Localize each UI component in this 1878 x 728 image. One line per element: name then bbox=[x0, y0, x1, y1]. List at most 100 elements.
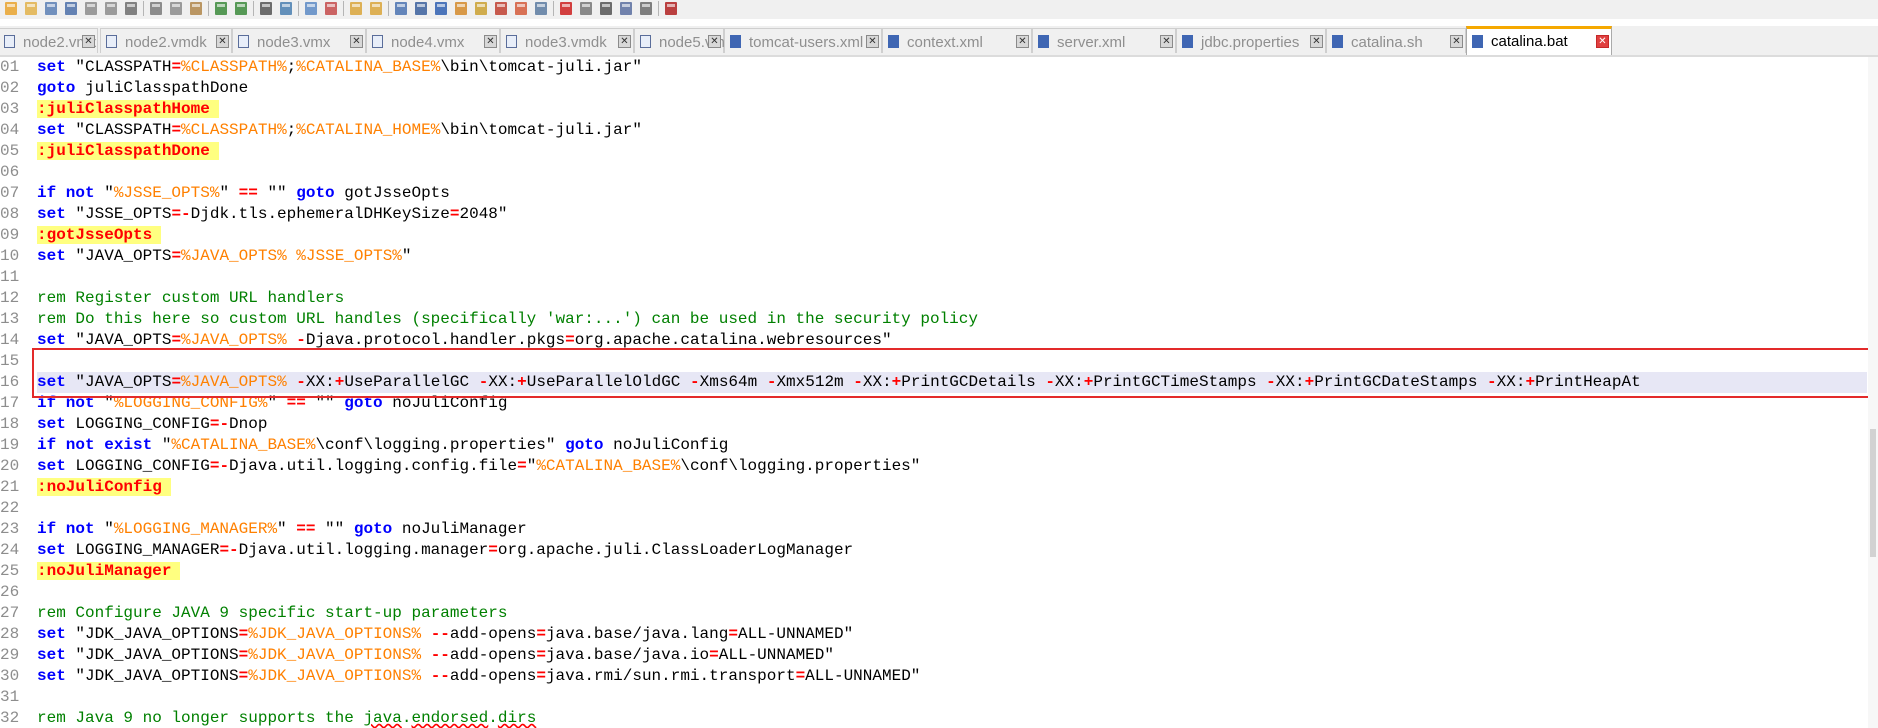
open-file-icon[interactable] bbox=[22, 0, 40, 17]
close-icon[interactable]: ✕ bbox=[350, 35, 363, 48]
code-line[interactable]: :noJuliConfig bbox=[37, 477, 171, 498]
code-line[interactable]: set LOGGING_CONFIG=-Djava.util.logging.c… bbox=[37, 456, 920, 477]
tab-node3-vmx[interactable]: node3.vmx ✕ bbox=[232, 28, 366, 53]
code-line[interactable]: set "CLASSPATH=%CLASSPATH%;%CATALINA_HOM… bbox=[37, 120, 642, 141]
code-line[interactable]: set "JSSE_OPTS=-Djdk.tls.ephemeralDHKeyS… bbox=[37, 204, 508, 225]
code-token: \bin\tomcat-juli.jar" bbox=[440, 58, 642, 76]
close-icon[interactable]: ✕ bbox=[82, 35, 95, 48]
code-editor[interactable]: 01 02 03 04 05 06 07 08 09 10 11 12 13 14 15 16 17 18 19 20… bbox=[0, 57, 1878, 728]
code-token: \conf\logging.properties" bbox=[315, 436, 566, 454]
close-icon[interactable]: ✕ bbox=[1310, 35, 1323, 48]
close-icon[interactable]: ✕ bbox=[216, 35, 229, 48]
play-macro-icon[interactable] bbox=[597, 0, 615, 17]
save-icon[interactable] bbox=[42, 0, 60, 17]
close-icon[interactable]: ✕ bbox=[484, 35, 497, 48]
close-icon[interactable]: ✕ bbox=[866, 35, 879, 48]
code-token: + bbox=[891, 373, 902, 391]
code-line[interactable]: set LOGGING_MANAGER=-Djava.util.logging.… bbox=[37, 540, 853, 561]
code-line[interactable]: if not "%LOGGING_MANAGER%" == "" goto no… bbox=[37, 519, 527, 540]
paste-icon[interactable] bbox=[187, 0, 205, 17]
code-line[interactable]: goto juliClasspathDone bbox=[37, 78, 248, 99]
scrollbar-thumb[interactable] bbox=[1870, 429, 1876, 557]
code-line[interactable]: :juliClasspathHome bbox=[37, 99, 219, 120]
undo-icon[interactable] bbox=[212, 0, 230, 17]
tab-node5-vmx[interactable]: node5.vmx ✕ bbox=[634, 28, 732, 53]
line-number: 28 bbox=[0, 625, 20, 643]
stop-record-icon[interactable] bbox=[577, 0, 595, 17]
cut-icon[interactable] bbox=[147, 0, 165, 17]
tab-node3-vmdk[interactable]: node3.vmdk ✕ bbox=[500, 28, 634, 53]
close-icon[interactable]: ✕ bbox=[1160, 35, 1173, 48]
word-wrap-icon[interactable] bbox=[392, 0, 410, 17]
tab-context-xml[interactable]: context.xml ✕ bbox=[882, 28, 1032, 53]
save-all-icon[interactable] bbox=[62, 0, 80, 17]
zoom-out-icon[interactable] bbox=[322, 0, 340, 17]
tab-jdbc-properties[interactable]: jdbc.properties ✕ bbox=[1176, 28, 1326, 53]
code-token: \bin\tomcat-juli.jar" bbox=[440, 121, 642, 139]
zoom-in-icon[interactable] bbox=[302, 0, 320, 17]
close-icon[interactable] bbox=[82, 0, 100, 17]
code-line[interactable]: if not exist "%CATALINA_BASE%\conf\loggi… bbox=[37, 435, 728, 456]
line-number: 07 bbox=[0, 184, 20, 202]
code-line[interactable]: set "JAVA_OPTS=%JAVA_OPTS% -XX:+UseParal… bbox=[37, 372, 1867, 393]
code-line[interactable]: :juliClasspathDone bbox=[37, 141, 219, 162]
code-line[interactable]: rem Do this here so custom URL handles (… bbox=[37, 309, 978, 330]
code-token: =- bbox=[171, 205, 191, 223]
redo-icon[interactable] bbox=[232, 0, 250, 17]
run-macro-multiple-icon[interactable] bbox=[617, 0, 635, 17]
vertical-scrollbar[interactable] bbox=[1868, 57, 1878, 728]
close-all-icon[interactable] bbox=[102, 0, 120, 17]
close-icon[interactable]: ✕ bbox=[708, 35, 721, 48]
tab-tomcat-users-xml[interactable]: tomcat-users.xml ✕ bbox=[724, 28, 882, 53]
function-list-icon[interactable] bbox=[492, 0, 510, 17]
code-line[interactable]: rem Register custom URL handlers bbox=[37, 288, 344, 309]
code-line[interactable]: rem Configure JAVA 9 specific start-up p… bbox=[37, 603, 507, 624]
close-icon[interactable]: ✕ bbox=[1596, 35, 1609, 48]
save-macro-icon[interactable] bbox=[637, 0, 655, 17]
code-line[interactable]: set "JAVA_OPTS=%JAVA_OPTS% -Djava.protoc… bbox=[37, 330, 892, 351]
line-number: 10 bbox=[0, 247, 20, 265]
monitoring-icon[interactable] bbox=[532, 0, 550, 17]
sync-scroll-v-icon[interactable] bbox=[347, 0, 365, 17]
folder-workspace-icon[interactable] bbox=[512, 0, 530, 17]
code-line[interactable]: set "CLASSPATH=%CLASSPATH%;%CATALINA_BAS… bbox=[37, 57, 642, 78]
code-line[interactable]: if not "%JSSE_OPTS%" == "" goto gotJsseO… bbox=[37, 183, 450, 204]
find-icon[interactable] bbox=[257, 0, 275, 17]
code-token: LOGGING_CONFIG bbox=[65, 457, 210, 475]
code-line[interactable]: set "JDK_JAVA_OPTIONS=%JDK_JAVA_OPTIONS%… bbox=[37, 666, 920, 687]
code-line[interactable]: :noJuliManager bbox=[37, 561, 181, 582]
record-macro-icon[interactable] bbox=[557, 0, 575, 17]
code-line[interactable]: set "JAVA_OPTS=%JAVA_OPTS% %JSSE_OPTS%" bbox=[37, 246, 412, 267]
code-token: PrintHeapAt bbox=[1535, 373, 1641, 391]
code-line[interactable]: :gotJsseOpts bbox=[37, 225, 162, 246]
print-icon[interactable] bbox=[122, 0, 140, 17]
line-number: 13 bbox=[0, 310, 20, 328]
tab-server-xml[interactable]: server.xml ✕ bbox=[1032, 28, 1176, 53]
code-line[interactable]: if not "%LOGGING_CONFIG%" == "" goto noJ… bbox=[37, 393, 507, 414]
code-line[interactable]: set "JDK_JAVA_OPTIONS=%JDK_JAVA_OPTIONS%… bbox=[37, 624, 853, 645]
close-icon[interactable]: ✕ bbox=[1016, 35, 1029, 48]
code-line[interactable]: set "JDK_JAVA_OPTIONS=%JDK_JAVA_OPTIONS%… bbox=[37, 645, 834, 666]
close-icon[interactable]: ✕ bbox=[618, 35, 631, 48]
copy-icon[interactable] bbox=[167, 0, 185, 17]
tab-catalina-sh[interactable]: catalina.sh ✕ bbox=[1326, 28, 1466, 53]
tab-catalina-bat[interactable]: catalina.bat ✕ bbox=[1466, 26, 1612, 55]
spell-check-icon[interactable] bbox=[662, 0, 680, 17]
close-icon[interactable]: ✕ bbox=[1450, 35, 1463, 48]
code-token: UseParallelOldGC bbox=[526, 373, 690, 391]
code-area[interactable]: set "CLASSPATH=%CLASSPATH%;%CATALINA_BAS… bbox=[37, 57, 1867, 728]
code-line[interactable]: rem Java 9 no longer supports the java.e… bbox=[37, 708, 536, 728]
code-token: endorsed bbox=[411, 709, 489, 727]
udl-icon[interactable] bbox=[452, 0, 470, 17]
doc-map-icon[interactable] bbox=[472, 0, 490, 17]
indent-guide-icon[interactable] bbox=[432, 0, 450, 17]
replace-icon[interactable] bbox=[277, 0, 295, 17]
sync-scroll-h-icon[interactable] bbox=[367, 0, 385, 17]
show-all-chars-icon[interactable] bbox=[412, 0, 430, 17]
tab-node2-vmx[interactable]: node2.vmx ✕ bbox=[0, 28, 98, 53]
new-file-icon[interactable] bbox=[2, 0, 20, 17]
tab-node2-vmdk[interactable]: node2.vmdk ✕ bbox=[100, 28, 232, 53]
tab-label: server.xml bbox=[1057, 34, 1126, 51]
code-line[interactable]: set LOGGING_CONFIG=-Dnop bbox=[37, 414, 267, 435]
tab-node4-vmx[interactable]: node4.vmx ✕ bbox=[366, 28, 500, 53]
